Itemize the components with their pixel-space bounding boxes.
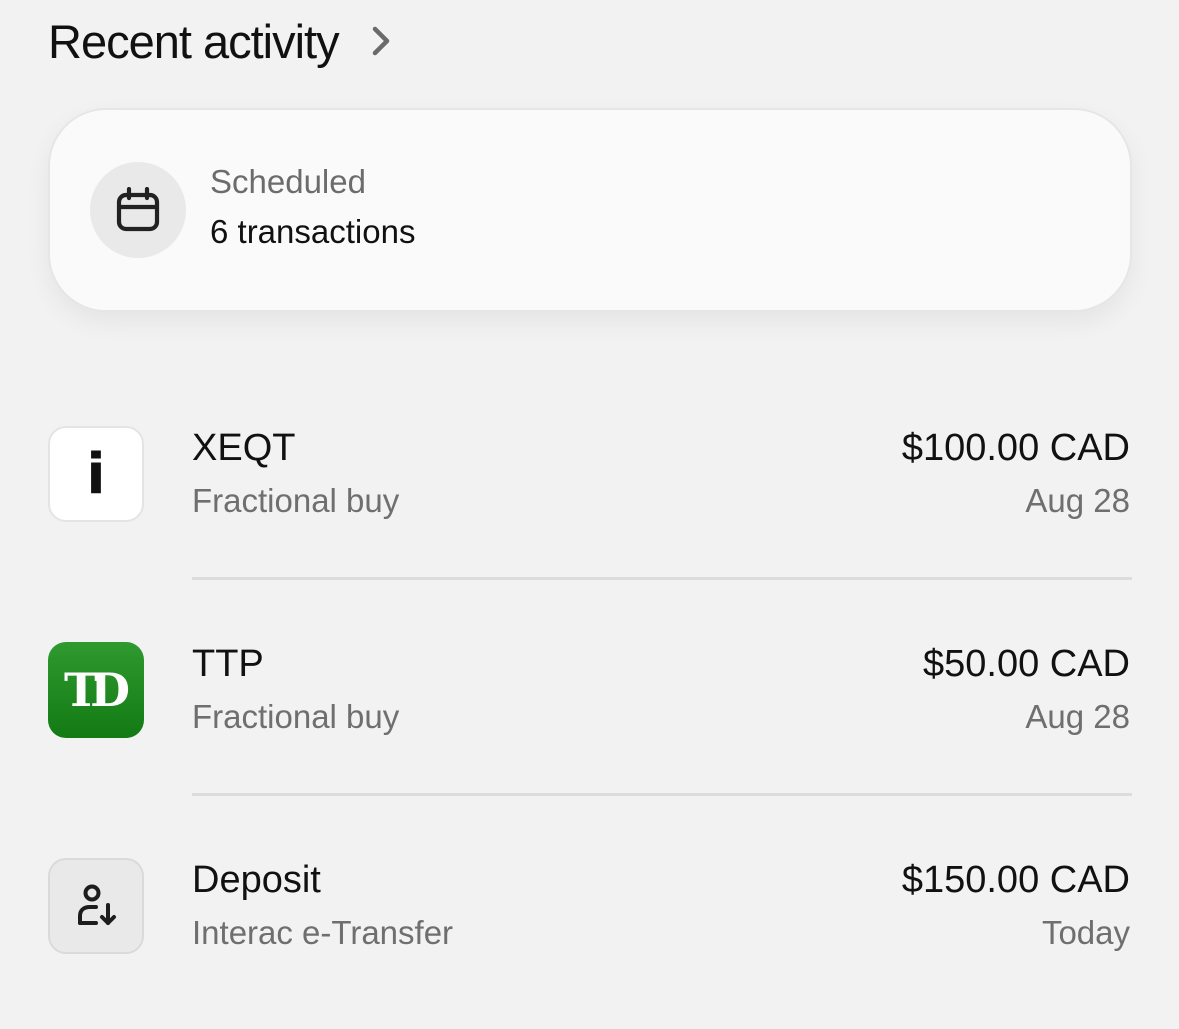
divider — [192, 577, 1132, 580]
transaction-date: Aug 28 — [1025, 698, 1130, 735]
transaction-date: Today — [1041, 914, 1130, 951]
transaction-date: Aug 28 — [1025, 482, 1130, 519]
transaction-subtitle: Fractional buy — [192, 698, 400, 735]
recent-activity-screen: Recent activity Scheduled 6 transactions… — [0, 0, 1179, 1029]
transaction-amount: $50.00 CAD — [922, 643, 1130, 685]
transaction-row-ttp[interactable]: TD TTP Fractional buy $50.00 CAD Aug 28 — [48, 642, 1132, 742]
scheduled-text: Scheduled 6 transactions — [210, 160, 415, 260]
person-deposit-icon — [48, 858, 144, 954]
td-logo: TD — [48, 642, 144, 738]
transaction-subtitle: Fractional buy — [192, 482, 400, 519]
transaction-amount: $150.00 CAD — [901, 859, 1130, 901]
transaction-row-xeqt[interactable]: i XEQT Fractional buy $100.00 CAD Aug 28 — [48, 426, 1132, 526]
transaction-subtitle: Interac e-Transfer — [192, 914, 454, 951]
transaction-title: XEQT — [192, 427, 296, 469]
calendar-icon — [90, 162, 186, 258]
transaction-row-deposit[interactable]: Deposit Interac e-Transfer $150.00 CAD T… — [48, 858, 1132, 958]
ishares-logo-text: i — [86, 441, 106, 507]
scheduled-label: Scheduled — [210, 163, 366, 200]
chevron-right-icon — [371, 26, 391, 56]
scheduled-count: 6 transactions — [210, 213, 416, 250]
recent-activity-header[interactable]: Recent activity — [48, 12, 391, 70]
section-title: Recent activity — [48, 14, 340, 68]
td-logo-text: TD — [63, 663, 130, 717]
transaction-title: Deposit — [192, 859, 321, 901]
transaction-amount: $100.00 CAD — [901, 427, 1130, 469]
transaction-title: TTP — [192, 643, 264, 685]
scheduled-card[interactable]: Scheduled 6 transactions — [48, 108, 1132, 312]
ishares-logo: i — [48, 426, 144, 522]
divider — [192, 793, 1132, 796]
